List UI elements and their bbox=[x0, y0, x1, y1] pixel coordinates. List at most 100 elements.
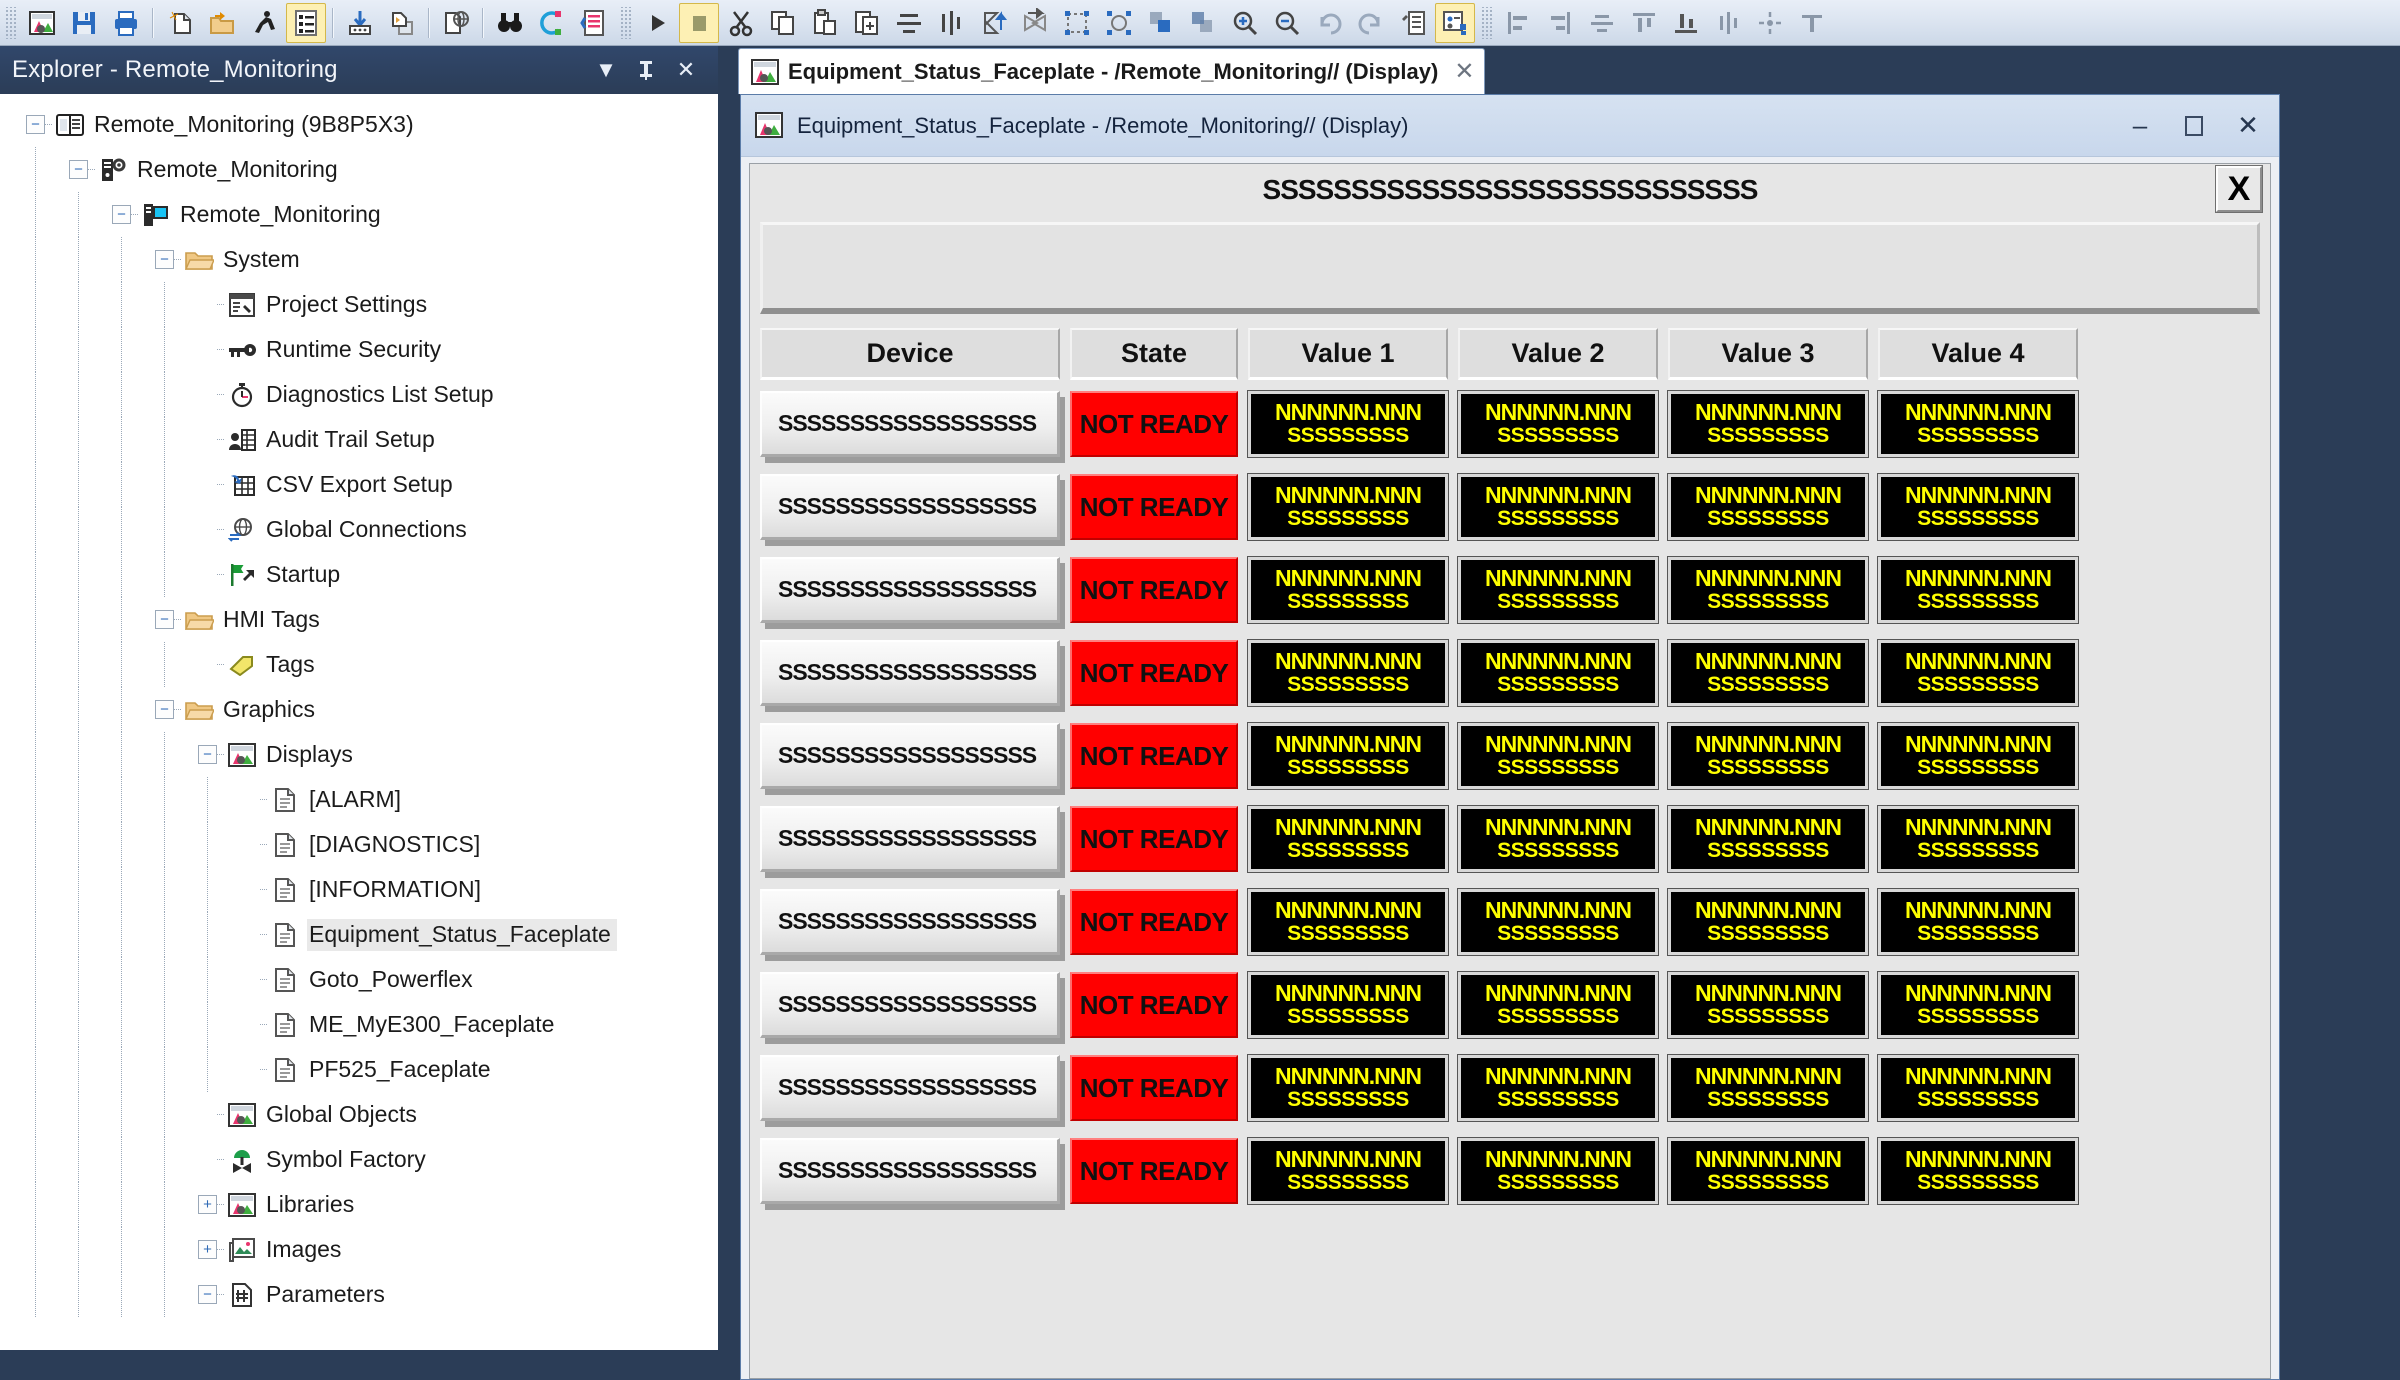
device-button[interactable]: SSSSSSSSSSSSSSSSSS bbox=[760, 1055, 1060, 1121]
tab-close-icon[interactable]: ✕ bbox=[1454, 57, 1474, 86]
tree-item-goto-powerflex[interactable]: Goto_Powerflex bbox=[0, 957, 718, 1002]
chevron-down-icon[interactable]: ▼ bbox=[586, 50, 626, 90]
align-middle-icon[interactable] bbox=[1792, 3, 1832, 43]
distribute-horizontal-icon[interactable] bbox=[1582, 3, 1622, 43]
tree-item-diagnostics[interactable]: [DIAGNOSTICS] bbox=[0, 822, 718, 867]
close-icon[interactable]: ✕ bbox=[666, 50, 706, 90]
web-page-icon[interactable] bbox=[436, 3, 476, 43]
tree-expand-toggle[interactable]: + bbox=[198, 1195, 217, 1214]
align-right-icon[interactable] bbox=[1540, 3, 1580, 43]
tree-collapse-toggle[interactable]: − bbox=[198, 1285, 217, 1304]
tree-item-images[interactable]: +Images bbox=[0, 1227, 718, 1272]
tree-collapse-toggle[interactable]: − bbox=[69, 160, 88, 179]
tree-item-remote-monitoring[interactable]: −Remote_Monitoring bbox=[0, 192, 718, 237]
zoom-in-icon[interactable] bbox=[1225, 3, 1265, 43]
device-button[interactable]: SSSSSSSSSSSSSSSSSS bbox=[760, 889, 1060, 955]
tree-item-startup[interactable]: Startup bbox=[0, 552, 718, 597]
tree-item-project-settings[interactable]: Project Settings bbox=[0, 282, 718, 327]
close-button[interactable]: ✕ bbox=[2221, 103, 2275, 149]
tag-browser-icon[interactable] bbox=[1393, 3, 1433, 43]
tree-item-hmi-tags[interactable]: −HMI Tags bbox=[0, 597, 718, 642]
ungroup-icon[interactable] bbox=[1099, 3, 1139, 43]
tree-collapse-toggle[interactable]: − bbox=[198, 745, 217, 764]
tree-item-alarm[interactable]: [ALARM] bbox=[0, 777, 718, 822]
device-button[interactable]: SSSSSSSSSSSSSSSSSS bbox=[760, 557, 1060, 623]
align-top-icon[interactable] bbox=[1624, 3, 1664, 43]
find-icon[interactable] bbox=[490, 3, 530, 43]
center-point-icon[interactable] bbox=[1750, 3, 1790, 43]
tree-item-parameters[interactable]: −Parameters bbox=[0, 1272, 718, 1317]
tree-item-equipment-status-faceplate[interactable]: Equipment_Status_Faceplate bbox=[0, 912, 718, 957]
replace-icon[interactable] bbox=[532, 3, 572, 43]
distribute-vertical-icon[interactable] bbox=[1708, 3, 1748, 43]
tree-item-global-objects[interactable]: Global Objects bbox=[0, 1092, 718, 1137]
device-button[interactable]: SSSSSSSSSSSSSSSSSS bbox=[760, 474, 1060, 540]
export-icon[interactable] bbox=[382, 3, 422, 43]
tree-item-remote-monitoring-9b8p5x3[interactable]: −Remote_Monitoring (9B8P5X3) bbox=[0, 102, 718, 147]
align-left-icon[interactable] bbox=[1498, 3, 1538, 43]
duplicate-icon[interactable] bbox=[847, 3, 887, 43]
new-file-icon[interactable] bbox=[160, 3, 200, 43]
align-center-horizontal-icon[interactable] bbox=[889, 3, 929, 43]
tree-item-remote-monitoring[interactable]: −Remote_Monitoring bbox=[0, 147, 718, 192]
property-list-icon[interactable] bbox=[286, 3, 326, 43]
project-tree[interactable]: −Remote_Monitoring (9B8P5X3)−Remote_Moni… bbox=[0, 94, 718, 1350]
tree-item-audit-trail-setup[interactable]: Audit Trail Setup bbox=[0, 417, 718, 462]
tree-item-system[interactable]: −System bbox=[0, 237, 718, 282]
tree-item-me-mye300-faceplate[interactable]: ME_MyE300_Faceplate bbox=[0, 1002, 718, 1047]
toolbar-drag-grip[interactable] bbox=[4, 7, 18, 39]
tree-item-libraries[interactable]: +Libraries bbox=[0, 1182, 718, 1227]
stop-icon[interactable] bbox=[679, 3, 719, 43]
run-icon[interactable] bbox=[244, 3, 284, 43]
tree-item-symbol-factory[interactable]: Symbol Factory bbox=[0, 1137, 718, 1182]
copy-icon[interactable] bbox=[763, 3, 803, 43]
device-button[interactable]: SSSSSSSSSSSSSSSSSS bbox=[760, 1138, 1060, 1204]
tree-collapse-toggle[interactable]: − bbox=[155, 700, 174, 719]
tree-item-displays[interactable]: −Displays bbox=[0, 732, 718, 777]
paste-icon[interactable] bbox=[805, 3, 845, 43]
tree-item-csv-export-setup[interactable]: CSV Export Setup bbox=[0, 462, 718, 507]
object-explorer-icon[interactable] bbox=[1435, 3, 1475, 43]
device-button[interactable]: SSSSSSSSSSSSSSSSSS bbox=[760, 640, 1060, 706]
device-button[interactable]: SSSSSSSSSSSSSSSSSS bbox=[760, 972, 1060, 1038]
align-center-vertical-icon[interactable] bbox=[931, 3, 971, 43]
device-button[interactable]: SSSSSSSSSSSSSSSSSS bbox=[760, 806, 1060, 872]
toolbar-drag-grip[interactable] bbox=[619, 7, 633, 39]
mdi-title-bar[interactable]: Equipment_Status_Faceplate - /Remote_Mon… bbox=[741, 95, 2279, 157]
tree-item-graphics[interactable]: −Graphics bbox=[0, 687, 718, 732]
flip-horizontal-icon[interactable] bbox=[1015, 3, 1055, 43]
tree-expand-toggle[interactable]: + bbox=[198, 1240, 217, 1259]
tab-equipment-status-faceplate[interactable]: Equipment_Status_Faceplate - /Remote_Mon… bbox=[738, 48, 1485, 94]
bring-front-icon[interactable] bbox=[1141, 3, 1181, 43]
open-folder-icon[interactable] bbox=[202, 3, 242, 43]
tree-item-tags[interactable]: Tags bbox=[0, 642, 718, 687]
send-back-icon[interactable] bbox=[1183, 3, 1223, 43]
align-bottom-icon[interactable] bbox=[1666, 3, 1706, 43]
device-button[interactable]: SSSSSSSSSSSSSSSSSS bbox=[760, 723, 1060, 789]
cut-icon[interactable] bbox=[721, 3, 761, 43]
save-icon[interactable] bbox=[64, 3, 104, 43]
group-icon[interactable] bbox=[1057, 3, 1097, 43]
device-button[interactable]: SSSSSSSSSSSSSSSSSS bbox=[760, 391, 1060, 457]
tree-item-diagnostics-list-setup[interactable]: Diagnostics List Setup bbox=[0, 372, 718, 417]
undo-icon[interactable] bbox=[1309, 3, 1349, 43]
diagnostics-icon[interactable] bbox=[574, 3, 614, 43]
tree-collapse-toggle[interactable]: − bbox=[26, 115, 45, 134]
import-icon[interactable] bbox=[340, 3, 380, 43]
tree-item-pf525-faceplate[interactable]: PF525_Faceplate bbox=[0, 1047, 718, 1092]
zoom-out-icon[interactable] bbox=[1267, 3, 1307, 43]
tree-collapse-toggle[interactable]: − bbox=[155, 250, 174, 269]
maximize-button[interactable] bbox=[2167, 103, 2221, 149]
tree-collapse-toggle[interactable]: − bbox=[112, 205, 131, 224]
print-icon[interactable] bbox=[106, 3, 146, 43]
tree-item-information[interactable]: [INFORMATION] bbox=[0, 867, 718, 912]
minimize-button[interactable]: – bbox=[2113, 103, 2167, 149]
tree-item-runtime-security[interactable]: Runtime Security bbox=[0, 327, 718, 372]
redo-icon[interactable] bbox=[1351, 3, 1391, 43]
flip-vertical-icon[interactable] bbox=[973, 3, 1013, 43]
play-icon[interactable] bbox=[637, 3, 677, 43]
tree-collapse-toggle[interactable]: − bbox=[155, 610, 174, 629]
tree-item-global-connections[interactable]: Global Connections bbox=[0, 507, 718, 552]
faceplate-close-button[interactable]: X bbox=[2216, 166, 2262, 212]
pin-icon[interactable] bbox=[626, 50, 666, 90]
